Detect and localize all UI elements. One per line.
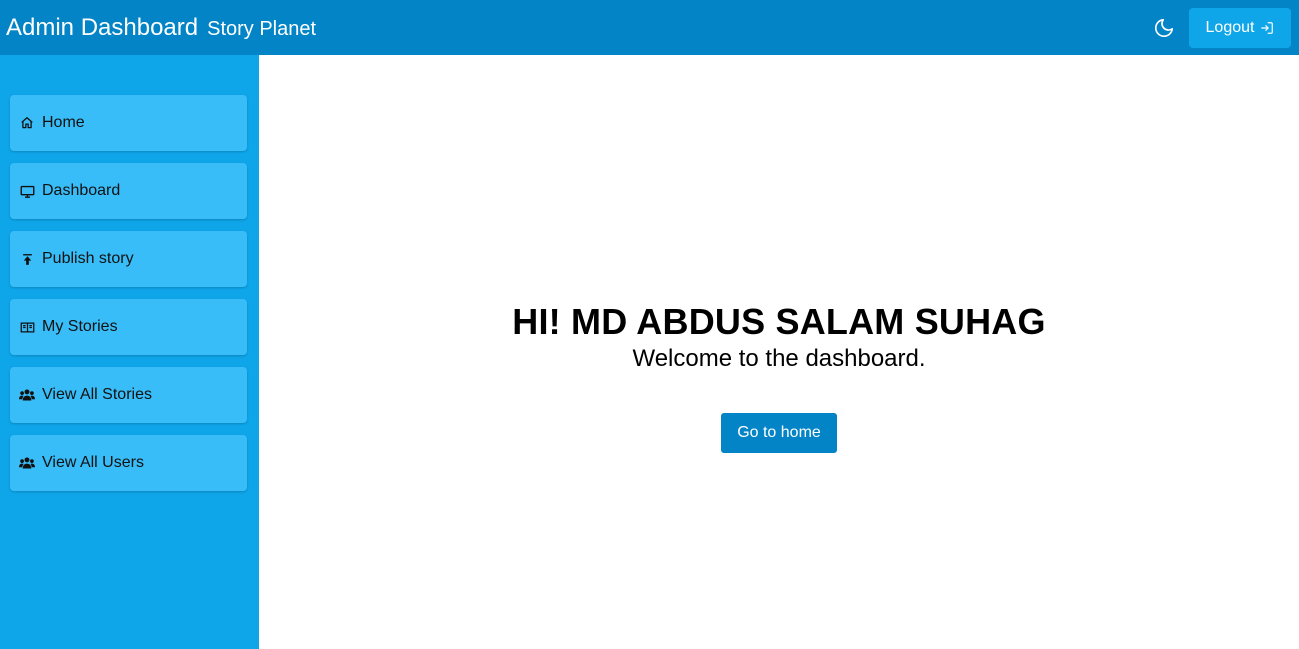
- sidebar-item-view-all-stories[interactable]: View All Stories: [10, 367, 247, 423]
- users-icon: [19, 387, 35, 403]
- sidebar-item-label: Dashboard: [42, 182, 121, 199]
- sidebar-item-view-all-users[interactable]: View All Users: [10, 435, 247, 491]
- monitor-icon: [19, 183, 35, 199]
- sidebar-item-publish-story[interactable]: Publish story: [10, 231, 247, 287]
- upload-icon: [19, 251, 35, 267]
- home-icon: [19, 115, 35, 131]
- go-to-home-button[interactable]: Go to home: [721, 413, 837, 453]
- app-subtitle: Story Planet: [207, 17, 317, 40]
- sidebar: Home Dashboard Publish story My Stories: [0, 55, 259, 649]
- sidebar-item-label: View All Users: [42, 454, 144, 471]
- moon-icon: [1154, 18, 1174, 37]
- sidebar-item-my-stories[interactable]: My Stories: [10, 299, 247, 355]
- sidebar-item-dashboard[interactable]: Dashboard: [10, 163, 247, 219]
- sidebar-item-home[interactable]: Home: [10, 95, 247, 151]
- theme-toggle-button[interactable]: [1149, 13, 1179, 43]
- sidebar-item-label: View All Stories: [42, 386, 152, 403]
- welcome-text: Welcome to the dashboard.: [632, 345, 926, 372]
- sidebar-item-label: Home: [42, 114, 85, 131]
- sidebar-item-label: My Stories: [42, 318, 118, 335]
- top-navbar: Admin Dashboard Story Planet Logout: [0, 0, 1299, 55]
- greeting-heading: HI! MD ABDUS SALAM SUHAG: [512, 301, 1046, 342]
- app-title: Admin Dashboard: [6, 13, 199, 41]
- users-icon: [19, 455, 35, 471]
- logout-icon: [1261, 21, 1274, 34]
- sidebar-item-label: Publish story: [42, 250, 134, 267]
- logout-button[interactable]: Logout: [1189, 7, 1291, 48]
- book-icon: [19, 319, 35, 335]
- main-content: HI! MD ABDUS SALAM SUHAG Welcome to the …: [259, 55, 1299, 649]
- logout-label: Logout: [1205, 18, 1255, 36]
- brand: Admin Dashboard Story Planet: [6, 14, 316, 42]
- header-actions: Logout: [1149, 7, 1291, 48]
